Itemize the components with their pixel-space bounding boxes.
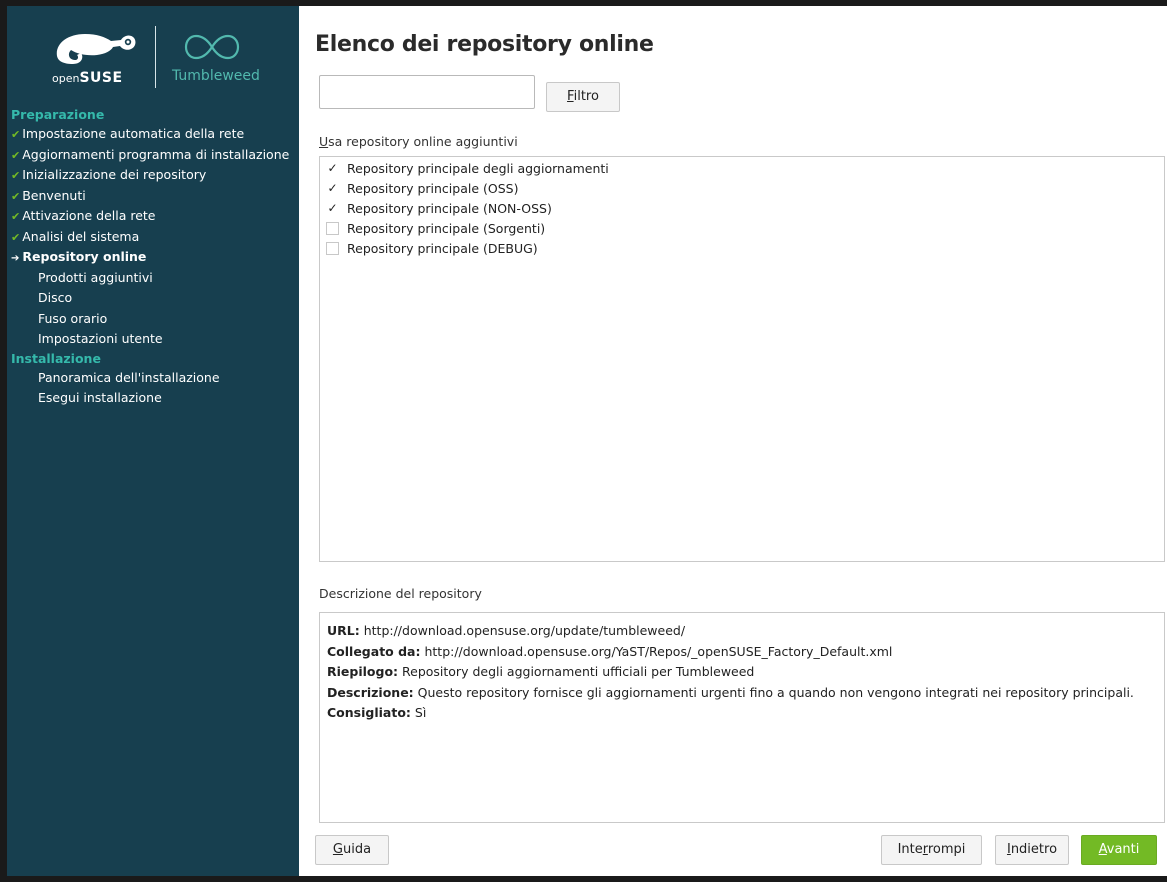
help-button[interactable]: Guida (315, 835, 389, 865)
step-item: ✔ Impostazione automatica della rete (11, 126, 245, 141)
step-item: ✔ Aggiornamenti programma di installazion… (11, 146, 290, 162)
step-item-current: ➔ Repository online (11, 249, 147, 264)
step-item: Impostazioni utente (38, 331, 163, 346)
opensuse-wordmark: openSUSE (52, 70, 123, 86)
repository-item[interactable]: Repository principale (Sorgenti) (326, 219, 545, 239)
back-button[interactable]: Indietro (995, 835, 1069, 865)
repository-description: URL: http://download.opensuse.org/update… (319, 612, 1165, 823)
repository-list[interactable]: ✓ Repository principale degli aggiornamen… (319, 156, 1165, 562)
main-panel: Elenco dei repository online Filtro Usa … (299, 6, 1167, 876)
repository-item[interactable]: Repository principale (DEBUG) (326, 239, 538, 259)
checkbox-unchecked[interactable] (326, 222, 339, 235)
tumbleweed-wordmark: Tumbleweed (172, 68, 260, 84)
window-frame-left (0, 0, 7, 882)
logo-divider (155, 26, 156, 88)
opensuse-gecko-icon (56, 34, 136, 64)
abort-button[interactable]: Interrompi (881, 835, 982, 865)
step-item: Prodotti aggiuntivi (38, 269, 153, 285)
step-item: ✔ Inizializzazione dei repository (11, 167, 207, 182)
checkmark-icon: ✔ (11, 189, 21, 203)
step-item: Fuso orario (38, 310, 108, 326)
checkbox-unchecked[interactable] (326, 242, 339, 255)
repositories-label: Usa repository online aggiuntivi (319, 134, 518, 149)
repository-item[interactable]: ✓ Repository principale degli aggiornamen… (326, 159, 609, 179)
checkmark-icon: ✔ (11, 148, 21, 162)
description-url: URL: http://download.opensuse.org/update… (327, 623, 686, 638)
window-frame-bottom (0, 876, 1167, 882)
step-item: Disco (38, 290, 73, 305)
checkmark-icon: ✔ (11, 210, 21, 223)
arrow-right-icon: ➔ (11, 253, 20, 264)
step-item: Esegui installazione (38, 390, 162, 405)
checkmark-icon: ✔ (11, 128, 21, 141)
description-linked-from: Collegato da: http://download.opensuse.o… (327, 643, 893, 659)
step-item: ✔ Benvenuti (11, 187, 86, 203)
page-title: Elenco dei repository online (315, 32, 654, 57)
sidebar: openSUSE Tumbleweed Preparazione ✔ Impost… (7, 6, 299, 876)
step-item: ✔ Attivazione della rete (11, 208, 156, 223)
steps-heading-installation: Installazione (11, 350, 101, 366)
step-item: Panoramica dell'installazione (38, 369, 220, 385)
step-item: ✔ Analisi del sistema (11, 228, 140, 244)
filter-button[interactable]: Filtro (546, 82, 620, 112)
description-label: Descrizione del repository (319, 586, 482, 601)
checkmark-icon: ✔ (11, 230, 21, 244)
checkmark-icon: ✔ (11, 169, 21, 182)
installation-steps: Preparazione ✔ Impostazione automatica de… (7, 106, 299, 409)
tumbleweed-infinity-icon (184, 34, 240, 60)
next-button[interactable]: Avanti (1081, 835, 1157, 865)
steps-heading-preparation: Preparazione (11, 107, 105, 122)
repository-item[interactable]: ✓ Repository principale (NON-OSS) (326, 199, 552, 219)
checkbox-checked[interactable]: ✓ (326, 182, 339, 195)
checkbox-checked[interactable]: ✓ (326, 162, 339, 175)
description-text: Descrizione: Questo repository fornisce … (327, 684, 1134, 721)
filter-input[interactable] (319, 75, 535, 109)
repository-item[interactable]: ✓ Repository principale (OSS) (326, 179, 518, 199)
logo-area: openSUSE Tumbleweed (7, 6, 299, 106)
checkbox-checked[interactable]: ✓ (326, 202, 339, 215)
description-summary: Riepilogo: Repository degli aggiornament… (327, 664, 755, 679)
